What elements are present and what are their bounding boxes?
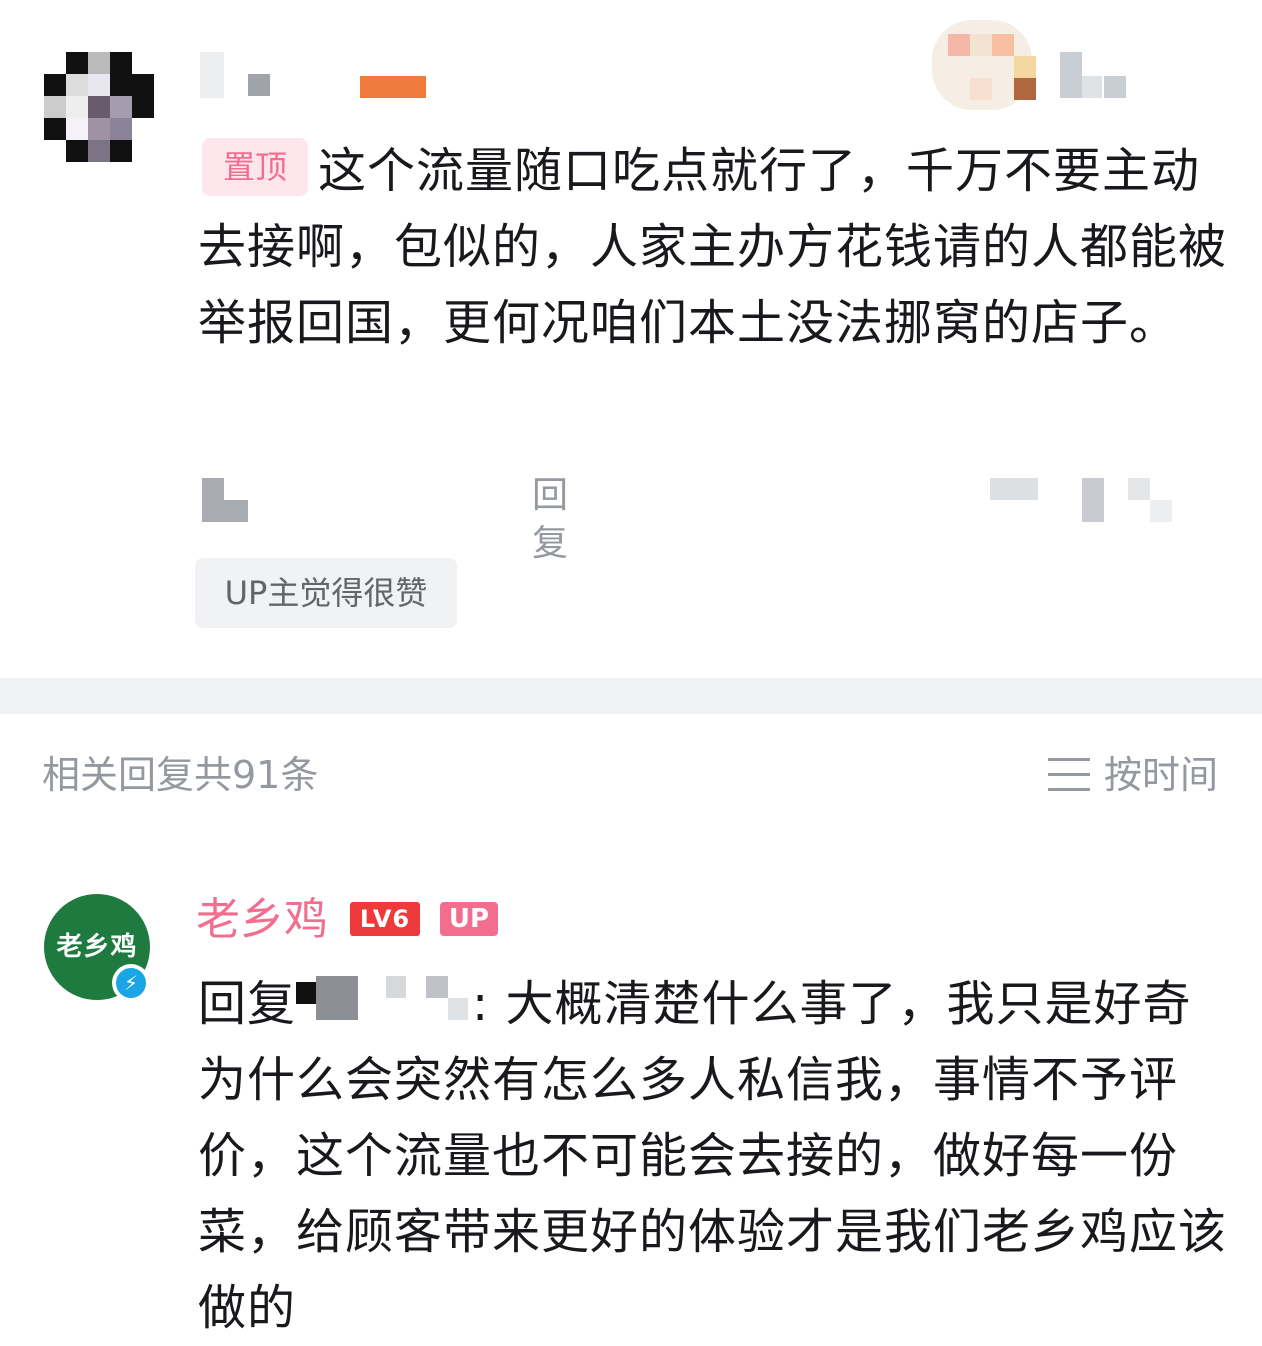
replies-count: 相关回复共91条 — [42, 753, 319, 797]
up-liked-tag: UP主觉得很赞 — [195, 558, 457, 628]
decoration-blurred — [922, 10, 1042, 120]
comment-text: 这个流量随口吃点就行了，千万不要主动去接啊，包似的，人家主办方花钱请的人都能被举… — [198, 143, 1228, 351]
list-icon — [1047, 758, 1090, 792]
sort-label: 按时间 — [1103, 753, 1218, 797]
mention-mosaic — [296, 976, 476, 1020]
like-button-blurred[interactable] — [202, 478, 248, 522]
verified-badge: ⚡ — [112, 964, 150, 1002]
reply-text: 回复: 大概清楚什么事了，我只是好奇为什么会突然有怎么多人私信我，事情不予评价，… — [198, 966, 1228, 1346]
up-badge: UP — [440, 902, 498, 936]
level-badge: LV6 — [350, 902, 420, 936]
more-actions-blurred[interactable] — [990, 478, 1180, 524]
reply-prefix: 回复 — [198, 976, 297, 1032]
username[interactable]: 老乡鸡 — [196, 892, 328, 948]
reply-content: : 大概清楚什么事了，我只是好奇为什么会突然有怎么多人私信我，事情不予评价，这个… — [198, 976, 1228, 1336]
level-badge-blurred — [360, 76, 426, 98]
username-blurred[interactable] — [200, 52, 280, 98]
sort-button[interactable]: 按时间 — [1047, 750, 1218, 800]
avatar-blurred[interactable] — [44, 52, 156, 164]
lightning-icon: ⚡ — [116, 968, 146, 998]
reply-button[interactable]: 回复 — [532, 472, 568, 568]
time-blurred — [1060, 52, 1130, 98]
section-divider — [0, 678, 1262, 714]
